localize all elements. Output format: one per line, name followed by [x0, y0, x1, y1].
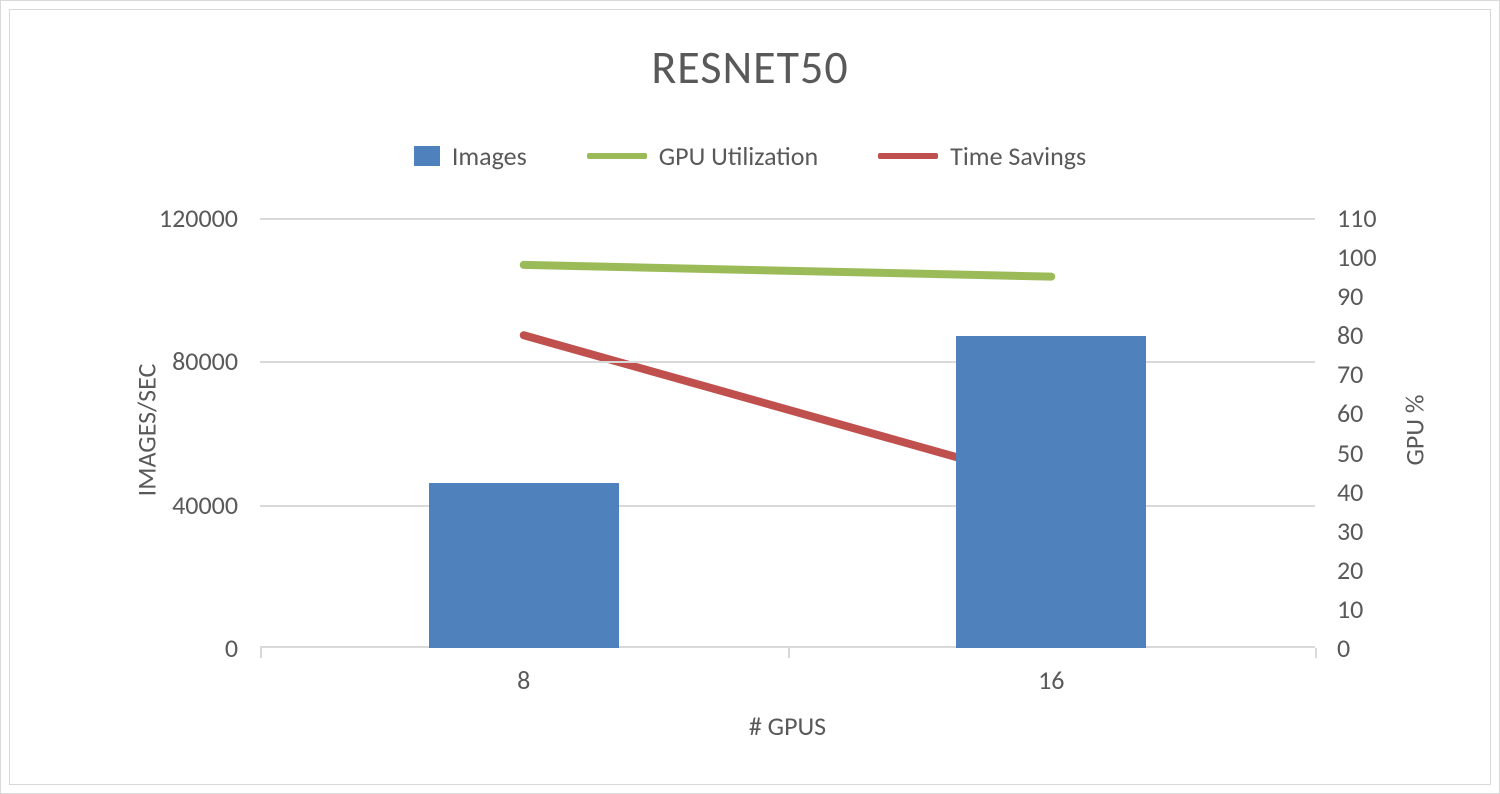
grid-line: [260, 218, 1315, 220]
chart-title: RESNET50: [10, 40, 1490, 96]
xtick: 16: [1038, 664, 1064, 696]
category-separator: [1315, 648, 1317, 658]
ytick-right: 20: [1337, 554, 1363, 586]
ytick-left: 0: [225, 632, 238, 664]
ytick-left: 80000: [172, 345, 238, 377]
legend-swatch-time: [878, 153, 938, 159]
x-axis-label: # GPUS: [260, 710, 1315, 742]
category-separator: [788, 648, 790, 658]
ytick-right: 90: [1337, 280, 1363, 312]
plot-area: 0400008000012000001020304050607080901001…: [260, 218, 1315, 648]
chart-panel: RESNET50 Images GPU Utilization Time Sav…: [9, 9, 1491, 785]
ytick-right: 0: [1337, 632, 1350, 664]
bar: [429, 483, 619, 648]
ytick-right: 110: [1337, 202, 1377, 234]
legend-swatch-gpu: [587, 153, 647, 159]
ytick-right: 70: [1337, 358, 1363, 390]
legend-item-gpu: GPU Utilization: [587, 140, 818, 172]
legend-swatch-images: [414, 146, 440, 166]
gpu-utilization-line: [524, 265, 1052, 277]
ytick-right: 10: [1337, 593, 1363, 625]
bar: [956, 336, 1146, 648]
legend-label-gpu: GPU Utilization: [659, 140, 818, 172]
ytick-right: 80: [1337, 319, 1363, 351]
legend-item-images: Images: [414, 140, 527, 172]
ytick-right: 50: [1337, 437, 1363, 469]
ytick-right: 40: [1337, 476, 1363, 508]
ytick-right: 30: [1337, 515, 1363, 547]
y-axis-right-label: GPU %: [1399, 395, 1431, 466]
legend-label-time: Time Savings: [950, 140, 1086, 172]
grid-line: [260, 505, 1315, 507]
ytick-left: 120000: [159, 202, 238, 234]
category-separator: [260, 648, 262, 658]
line-overlay: [260, 218, 1315, 648]
chart-outer-frame: RESNET50 Images GPU Utilization Time Sav…: [0, 0, 1500, 794]
legend-item-time: Time Savings: [878, 140, 1086, 172]
y-axis-left-label: IMAGES/SEC: [130, 364, 162, 497]
xtick: 8: [517, 664, 530, 696]
ytick-right: 60: [1337, 397, 1363, 429]
ytick-right: 100: [1337, 241, 1377, 273]
ytick-left: 40000: [172, 489, 238, 521]
grid-line: [260, 361, 1315, 363]
legend-label-images: Images: [452, 140, 527, 172]
chart-legend: Images GPU Utilization Time Savings: [10, 140, 1490, 172]
